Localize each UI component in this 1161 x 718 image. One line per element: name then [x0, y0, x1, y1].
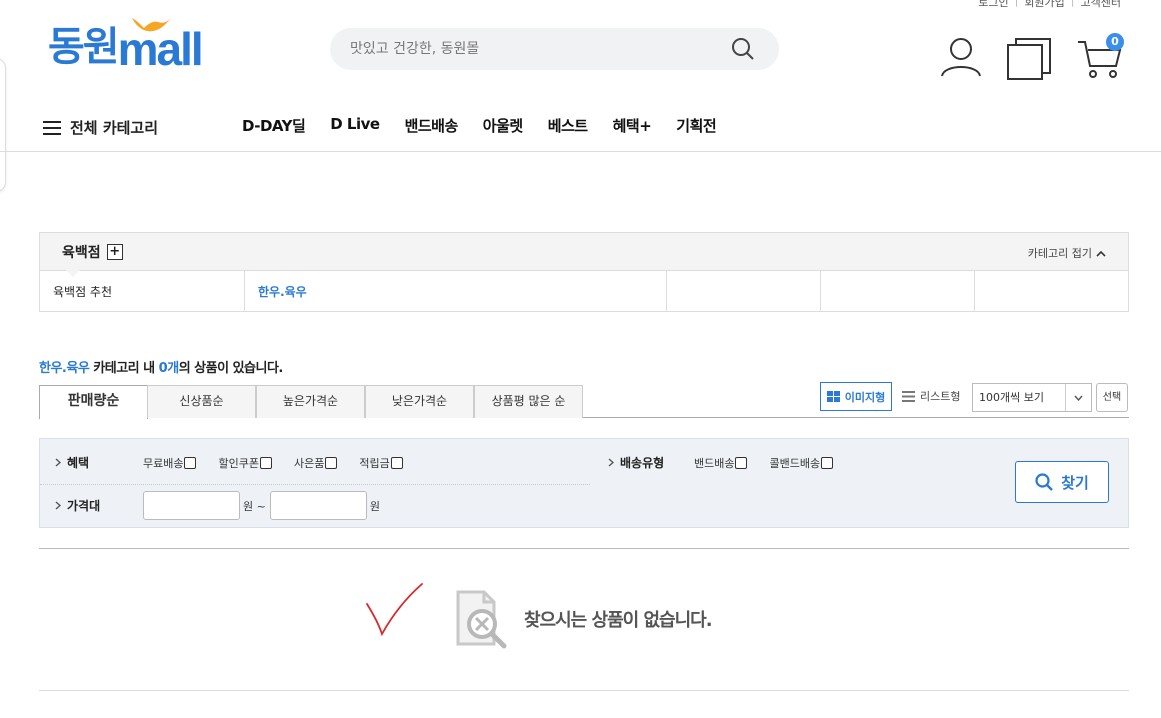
per-page-select[interactable]: 100개씩 보기: [972, 383, 1092, 412]
user-icon[interactable]: [940, 36, 982, 78]
checkbox-free-shipping[interactable]: 무료배송: [143, 455, 197, 471]
delivery-filter-label: 배송유형: [608, 454, 694, 471]
chevron-right-icon: [55, 458, 61, 467]
recent-view-icon[interactable]: [1006, 37, 1052, 81]
price-filter-label: 가격대: [55, 497, 143, 514]
category-cell-hanwoo[interactable]: 한우.육우: [245, 271, 667, 311]
nav-item-band-delivery[interactable]: 밴드배송: [405, 115, 459, 136]
nav-item-benefit[interactable]: 혜택+: [613, 115, 652, 136]
main-nav: 전체 카테고리 D-DAY딜 D Live 밴드배송 아울렛 베스트 혜택+ 기…: [0, 113, 1161, 152]
red-check-mark: [366, 583, 423, 637]
no-product-icon: [456, 590, 507, 649]
search-bar: [330, 28, 779, 70]
min-price-input[interactable]: [143, 491, 240, 520]
category-cell-empty-3: [975, 271, 1128, 311]
login-link[interactable]: 로그인: [978, 0, 1008, 10]
max-price-input[interactable]: [269, 491, 367, 520]
result-number: 0개: [158, 361, 180, 376]
logo[interactable]: 동원 mall: [48, 20, 204, 72]
chevron-up-icon: [1096, 250, 1106, 257]
checkbox-band-delivery[interactable]: 밴드배송: [694, 455, 748, 471]
chevron-down-icon: [1074, 395, 1083, 401]
logo-korean: 동원: [48, 25, 120, 69]
checkbox-coupon[interactable]: 할인쿠폰: [218, 455, 272, 471]
category-header: 육백점 + 카테고리 접기: [40, 233, 1128, 271]
category-cell-recommend[interactable]: 육백점 추천: [40, 270, 245, 311]
cart-count-badge: 0: [1106, 33, 1124, 51]
category-fold-label: 카테고리 접기: [1027, 247, 1092, 260]
category-expand-button[interactable]: +: [106, 244, 123, 260]
image-view-button[interactable]: 이미지형: [820, 382, 892, 411]
nav-item-special[interactable]: 기획전: [676, 115, 716, 136]
category-cell-empty-1: [667, 271, 821, 311]
benefit-filter-label: 혜택: [55, 454, 143, 471]
category-fold-button[interactable]: 카테고리 접기: [1028, 245, 1106, 261]
empty-message: 찾으시는 상품이 없습니다.: [524, 610, 713, 631]
search-icon[interactable]: [731, 37, 755, 61]
list-icon: [902, 390, 915, 402]
checkbox-gift[interactable]: 사은품: [294, 455, 338, 471]
category-cell-empty-2: [821, 271, 975, 311]
nav-item-dlive[interactable]: D Live: [330, 115, 380, 136]
tab-high-price[interactable]: 높은가격순: [256, 385, 365, 418]
category-row: 육백점 추천 한우.육우: [40, 270, 1128, 311]
all-category-button[interactable]: 전체 카테고리: [43, 117, 158, 138]
logo-swoosh-icon: [132, 16, 172, 32]
category-title: 육백점: [62, 245, 101, 261]
nav-item-best[interactable]: 베스트: [548, 115, 588, 136]
divider-bottom: [39, 690, 1129, 691]
divider-top: [39, 548, 1129, 549]
empty-result: 찾으시는 상품이 없습니다.: [454, 588, 713, 650]
select-button[interactable]: 선택: [1096, 383, 1128, 412]
nav-item-dday[interactable]: D-DAY딜: [242, 115, 306, 136]
hamburger-icon: [43, 120, 61, 135]
filter-box: 혜택 무료배송 할인쿠폰 사은품 적립금 배송유형 밴드배송 콜밴드배송 가격대…: [39, 438, 1129, 528]
result-category: 한우.육우: [39, 361, 90, 376]
find-button[interactable]: 찾기: [1015, 461, 1109, 503]
chevron-right-icon: [608, 458, 614, 467]
result-count: 한우.육우 카테고리 내 0개의 상품이 있습니다.: [39, 361, 283, 376]
utility-links: 로그인 | 회원가입 | 고객센터: [978, 0, 1121, 10]
filter-divider: [40, 484, 590, 485]
list-view-button[interactable]: 리스트형: [902, 388, 960, 404]
customer-center-link[interactable]: 고객센터: [1081, 0, 1121, 10]
chevron-right-icon: [55, 501, 61, 510]
search-icon: [1035, 473, 1054, 491]
signup-link[interactable]: 회원가입: [1024, 0, 1064, 10]
grid-icon: [826, 391, 840, 402]
checkbox-cold-band-delivery[interactable]: 콜밴드배송: [769, 455, 834, 471]
tab-sales[interactable]: 판매량순: [39, 385, 148, 419]
tab-low-price[interactable]: 낮은가격순: [365, 385, 474, 418]
category-box: 육백점 + 카테고리 접기 육백점 추천 한우.육우: [39, 232, 1129, 312]
tab-new[interactable]: 신상품순: [147, 385, 256, 418]
sort-tabs: 판매량순 신상품순 높은가격순 낮은가격순 상품평 많은 순: [39, 385, 1129, 419]
checkbox-points[interactable]: 적립금: [359, 455, 403, 471]
category-pointer: [66, 270, 80, 277]
all-category-label: 전체 카테고리: [70, 119, 159, 137]
tab-reviews[interactable]: 상품평 많은 순: [474, 385, 583, 418]
search-input[interactable]: [330, 28, 710, 70]
nav-item-outlet[interactable]: 아울렛: [483, 115, 523, 136]
